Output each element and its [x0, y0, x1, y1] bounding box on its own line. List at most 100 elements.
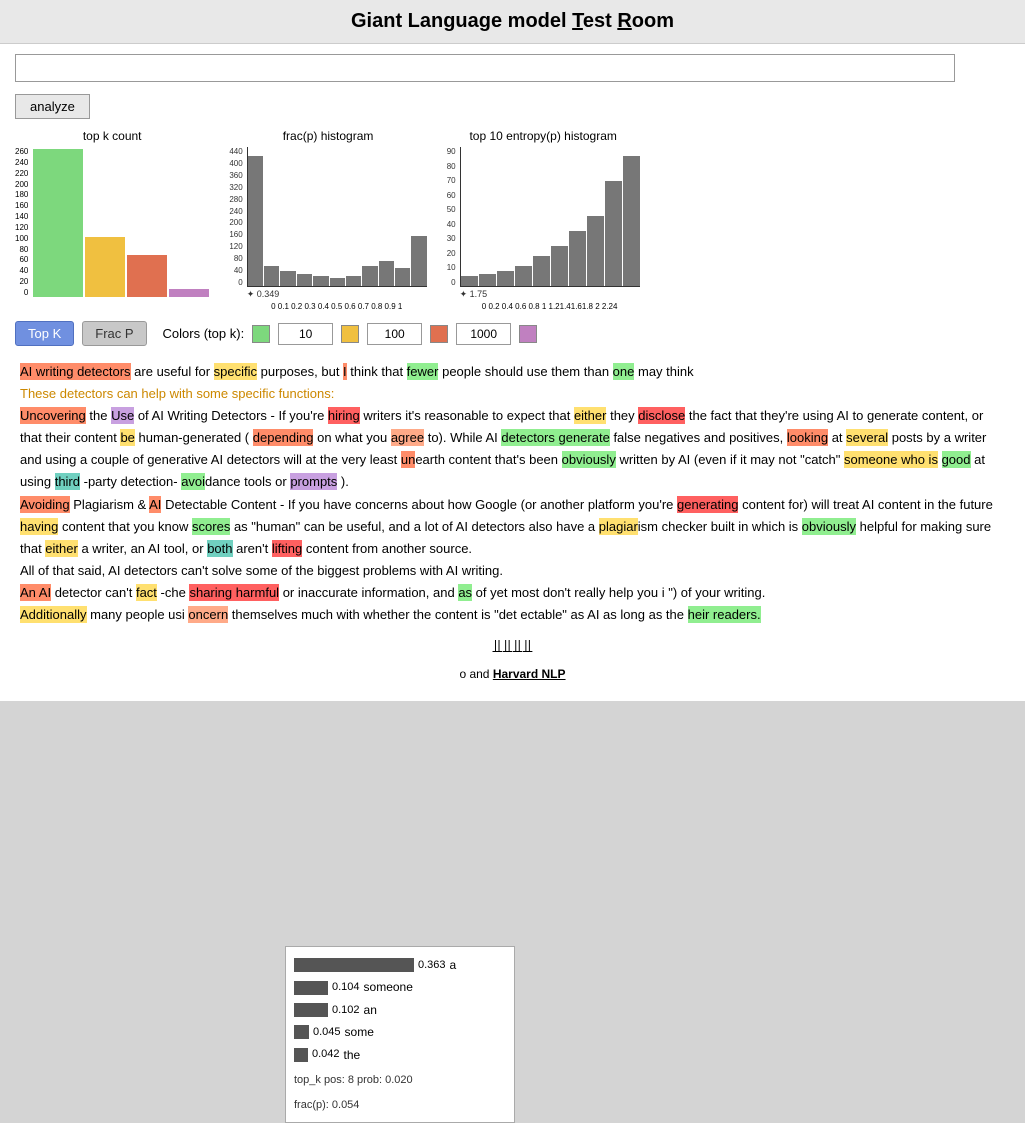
analyze-button[interactable]: analyze — [15, 94, 90, 119]
hl-agree: agree — [391, 429, 424, 446]
text-they: they — [610, 408, 638, 423]
fracp-bar-6 — [346, 276, 361, 286]
tooltip-prob-1: 0.363 — [418, 956, 446, 975]
text-content-from: content from another source. — [306, 541, 472, 556]
hl-prompts: prompts — [290, 473, 337, 490]
hl-fewer: fewer — [407, 363, 439, 380]
fracp-x-label: 0 0.1 0.2 0.3 0.4 0.5 0.6 0.7 0.8 0.9 1 — [247, 302, 427, 311]
tooltip-word-4: some — [345, 1022, 374, 1042]
entropy-bar-9 — [623, 156, 640, 286]
fracp-bar-1 — [264, 266, 279, 286]
topk-chart-title: top k count — [83, 129, 142, 143]
footer: o and Harvard NLP — [15, 667, 1010, 691]
hl-heir: heir readers. — [688, 606, 761, 623]
charts-row: top k count 0204060801001201401601802002… — [15, 129, 1010, 311]
bar-other — [169, 289, 209, 297]
hl-an-ai: An AI — [20, 584, 51, 601]
entropy-bar-6 — [569, 231, 586, 286]
fracp-bar-9 — [395, 268, 410, 286]
text-as-human: as "human" can be useful, and a lot of A… — [234, 519, 599, 534]
hl-uncovering: Uncovering — [20, 407, 86, 424]
bar-1000 — [127, 255, 167, 297]
hl-sharing-harmful: sharing harmful — [189, 584, 279, 601]
tooltip-prob-3: 0.102 — [332, 1001, 360, 1020]
text-to: to). While AI — [428, 430, 502, 445]
app-title: Giant Language model Test Room — [0, 0, 1025, 44]
text-earth: earth content that's been — [415, 452, 561, 467]
color-swatch-100 — [341, 325, 359, 343]
paragraph-6: An AI detector can't fact -che sharing h… — [20, 582, 1005, 604]
fracp-bars — [247, 147, 427, 287]
tooltip-word-1: a — [450, 955, 457, 975]
fracp-chart-container: frac(p) histogram 0408012016020024028032… — [229, 129, 426, 311]
hl-generating: generating — [677, 496, 738, 513]
entropy-bar-3 — [515, 266, 532, 286]
tooltip-word-2: someone — [364, 977, 413, 997]
bar-10 — [33, 149, 83, 297]
text-are-useful: are useful for — [134, 364, 214, 379]
hl-looking: looking — [787, 429, 828, 446]
footer-harvard-link[interactable]: Harvard NLP — [493, 667, 566, 681]
tooltip-row-4: 0.045 some — [294, 1022, 506, 1042]
tooltip-bar-2 — [294, 981, 328, 995]
fracp-bar-3 — [297, 274, 312, 286]
entropy-median: ✦ 1.75 — [460, 289, 640, 300]
tooltip-word-3: an — [364, 1000, 377, 1020]
fracp-button[interactable]: Frac P — [82, 321, 146, 346]
tooltip-row-2: 0.104 someone — [294, 977, 506, 997]
tooltip-row-1: 0.363 a — [294, 955, 506, 975]
hl-ai-writing-detectors: AI writing detectors — [20, 363, 131, 380]
text-false: false negatives and positives, — [613, 430, 786, 445]
hl-i: I — [343, 363, 347, 380]
text-or-inaccurate: or inaccurate information, and — [283, 585, 459, 600]
text-many: many people usi — [90, 607, 185, 622]
text-written: written by AI (even if it may not "catch… — [619, 452, 844, 467]
tooltip-row-3: 0.102 an — [294, 1000, 506, 1020]
topk-bars — [33, 147, 209, 297]
analyze-row: analyze — [15, 90, 1010, 119]
hl-either1: either — [574, 407, 607, 424]
fracp-median: ✦ 0.349 — [247, 289, 427, 300]
color-input-1000[interactable]: 1000 — [456, 323, 511, 345]
text-content-that: content that you know — [62, 519, 192, 534]
hl-obviously2: obviously — [802, 518, 856, 535]
entropy-hist-wrapper: 0102030405060708090 — [447, 147, 640, 311]
hl-additionally: Additionally — [20, 606, 87, 623]
hl-several: several — [846, 429, 888, 446]
text-people: people should use them than — [442, 364, 613, 379]
tooltip-bar-3 — [294, 1003, 328, 1017]
color-swatch-1000 — [430, 325, 448, 343]
hl-having: having — [20, 518, 58, 535]
topk-button[interactable]: Top K — [15, 321, 74, 346]
color-swatch-10 — [252, 325, 270, 343]
tooltip-row-5: 0.042 the — [294, 1045, 506, 1065]
text-human: human-generated ( — [139, 430, 250, 445]
text-content-for: content for) will treat AI content in th… — [742, 497, 993, 512]
fracp-bar-7 — [362, 266, 377, 286]
color-input-10[interactable]: 10 — [278, 323, 333, 345]
entropy-bar-8 — [605, 181, 622, 286]
fracp-bar-10 — [411, 236, 426, 286]
paragraph-2: These detectors can help with some speci… — [20, 383, 1005, 405]
topk-y-axis: 020406080100120140160180200220240260 — [15, 147, 30, 297]
tooltip-prob-2: 0.104 — [332, 978, 360, 997]
analysis-text: AI writing detectors are useful for spec… — [15, 356, 1010, 631]
hl-both: both — [207, 540, 232, 557]
fracp-y-axis: 04080120160200240280320360400440 — [229, 147, 244, 287]
paragraph-4: Avoiding Plagiarism & AI Detectable Cont… — [20, 494, 1005, 560]
hl-fact: fact — [136, 584, 157, 601]
text-think-that: think that — [350, 364, 406, 379]
title-text: Giant Language model Test Room — [351, 10, 674, 32]
text-purposes: purposes, but — [261, 364, 343, 379]
colors-label: Colors (top k): — [163, 326, 245, 341]
entropy-bar-4 — [533, 256, 550, 286]
topk-chart-container: top k count 0204060801001201401601802002… — [15, 129, 209, 297]
hl-avoidance: avoi — [181, 473, 205, 490]
text-may-think: may think — [638, 364, 694, 379]
hl-either2: either — [45, 540, 78, 557]
text-dance: dance tools or — [205, 474, 290, 489]
color-input-100[interactable]: 100 — [367, 323, 422, 345]
tooltip-word-5: the — [344, 1045, 361, 1065]
input-row — [15, 54, 1010, 82]
text-input[interactable] — [15, 54, 955, 82]
